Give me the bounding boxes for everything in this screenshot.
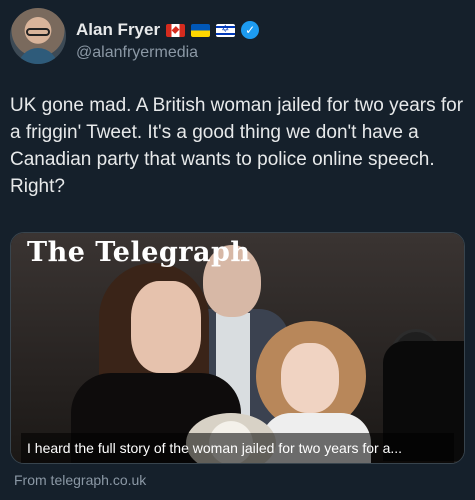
- verified-badge-icon[interactable]: ✓: [241, 21, 260, 39]
- israel-flag-icon: [216, 23, 236, 37]
- author-display-name[interactable]: Alan Fryer: [76, 20, 160, 40]
- shirt-shape: [18, 48, 58, 64]
- author-name-row: Alan Fryer ✓: [76, 20, 260, 40]
- ukraine-flag-icon: [191, 23, 211, 37]
- glasses-shape: [26, 28, 50, 36]
- link-card[interactable]: The Telegraph I heard the full story of …: [10, 232, 465, 464]
- tweet-text: UK gone mad. A British woman jailed for …: [10, 95, 464, 197]
- tweet-header: Alan Fryer ✓ @alanfryermedia: [10, 8, 465, 68]
- canada-flag-icon: [166, 23, 186, 37]
- woman-face-shape: [131, 281, 201, 373]
- author-handle[interactable]: @alanfryermedia: [76, 44, 198, 62]
- author-avatar[interactable]: [10, 8, 66, 64]
- publisher-logo: The Telegraph: [27, 237, 251, 268]
- girl-face-shape: [281, 343, 339, 413]
- card-source[interactable]: From telegraph.co.uk: [14, 472, 146, 488]
- card-caption[interactable]: I heard the full story of the woman jail…: [21, 433, 454, 463]
